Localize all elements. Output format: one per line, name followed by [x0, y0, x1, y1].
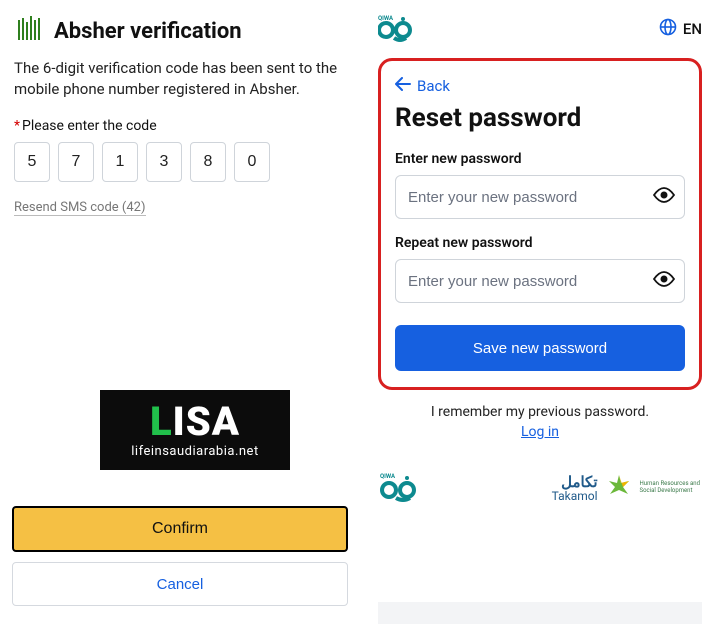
- back-label: Back: [417, 77, 450, 95]
- reset-password-title: Reset password: [395, 103, 685, 133]
- otp-digit-3[interactable]: [102, 142, 138, 182]
- partner-logos: تكامل Takamol Human Resources and Social…: [552, 473, 700, 503]
- takamol-logo: تكامل Takamol: [552, 475, 598, 502]
- otp-input-row: [14, 142, 346, 182]
- svg-text:QIWA: QIWA: [378, 15, 394, 22]
- svg-text:QIWA: QIWA: [380, 473, 396, 480]
- language-label: EN: [683, 20, 702, 38]
- language-switcher[interactable]: EN: [659, 18, 702, 40]
- reset-password-panel: QIWA EN Back Reset password Enter new pa…: [360, 0, 720, 624]
- action-buttons: Confirm Cancel: [12, 506, 348, 606]
- otp-digit-5[interactable]: [190, 142, 226, 182]
- lisa-logo-text: LISA: [150, 402, 240, 442]
- globe-icon: [659, 18, 677, 40]
- remember-text: I remember my previous password.: [378, 404, 702, 420]
- description-text: The 6-digit verification code has been s…: [14, 58, 346, 100]
- repeat-password-label: Repeat new password: [395, 235, 685, 251]
- arrow-left-icon: [395, 77, 411, 95]
- footer-logos: QIWA تكامل Takamol Human Resources and S: [378, 468, 702, 508]
- resend-sms-link[interactable]: Resend SMS code (42): [14, 200, 146, 216]
- cancel-button[interactable]: Cancel: [12, 562, 348, 606]
- hrsd-text: Human Resources and Social Development: [640, 481, 700, 494]
- absher-logo-icon: [14, 14, 44, 48]
- code-input-label: *Please enter the code: [14, 118, 346, 134]
- qiwa-footer-logo-icon: QIWA: [380, 468, 424, 508]
- header-row: Absher verification: [14, 14, 346, 48]
- new-password-wrap: [395, 175, 685, 219]
- eye-icon[interactable]: [653, 271, 675, 291]
- otp-digit-2[interactable]: [58, 142, 94, 182]
- save-password-button[interactable]: Save new password: [395, 325, 685, 371]
- login-link[interactable]: Log in: [378, 424, 702, 440]
- back-link[interactable]: Back: [395, 77, 685, 95]
- new-password-label: Enter new password: [395, 151, 685, 167]
- otp-digit-6[interactable]: [234, 142, 270, 182]
- lisa-subtext: lifeinsaudiarabia.net: [131, 444, 258, 459]
- eye-icon[interactable]: [653, 187, 675, 207]
- hrsd-star-icon: [606, 473, 632, 503]
- new-password-input[interactable]: [395, 175, 685, 219]
- otp-digit-1[interactable]: [14, 142, 50, 182]
- highlight-box: Back Reset password Enter new password R…: [378, 58, 702, 390]
- otp-digit-4[interactable]: [146, 142, 182, 182]
- repeat-password-input[interactable]: [395, 259, 685, 303]
- absher-verification-panel: Absher verification The 6-digit verifica…: [0, 0, 360, 624]
- confirm-button[interactable]: Confirm: [12, 506, 348, 552]
- lisa-watermark: LISA lifeinsaudiarabia.net: [100, 390, 290, 470]
- qiwa-logo-icon: QIWA: [378, 10, 418, 48]
- top-bar: QIWA EN: [378, 10, 702, 48]
- footer-strip: [378, 602, 702, 624]
- repeat-password-wrap: [395, 259, 685, 303]
- page-title: Absher verification: [54, 19, 242, 44]
